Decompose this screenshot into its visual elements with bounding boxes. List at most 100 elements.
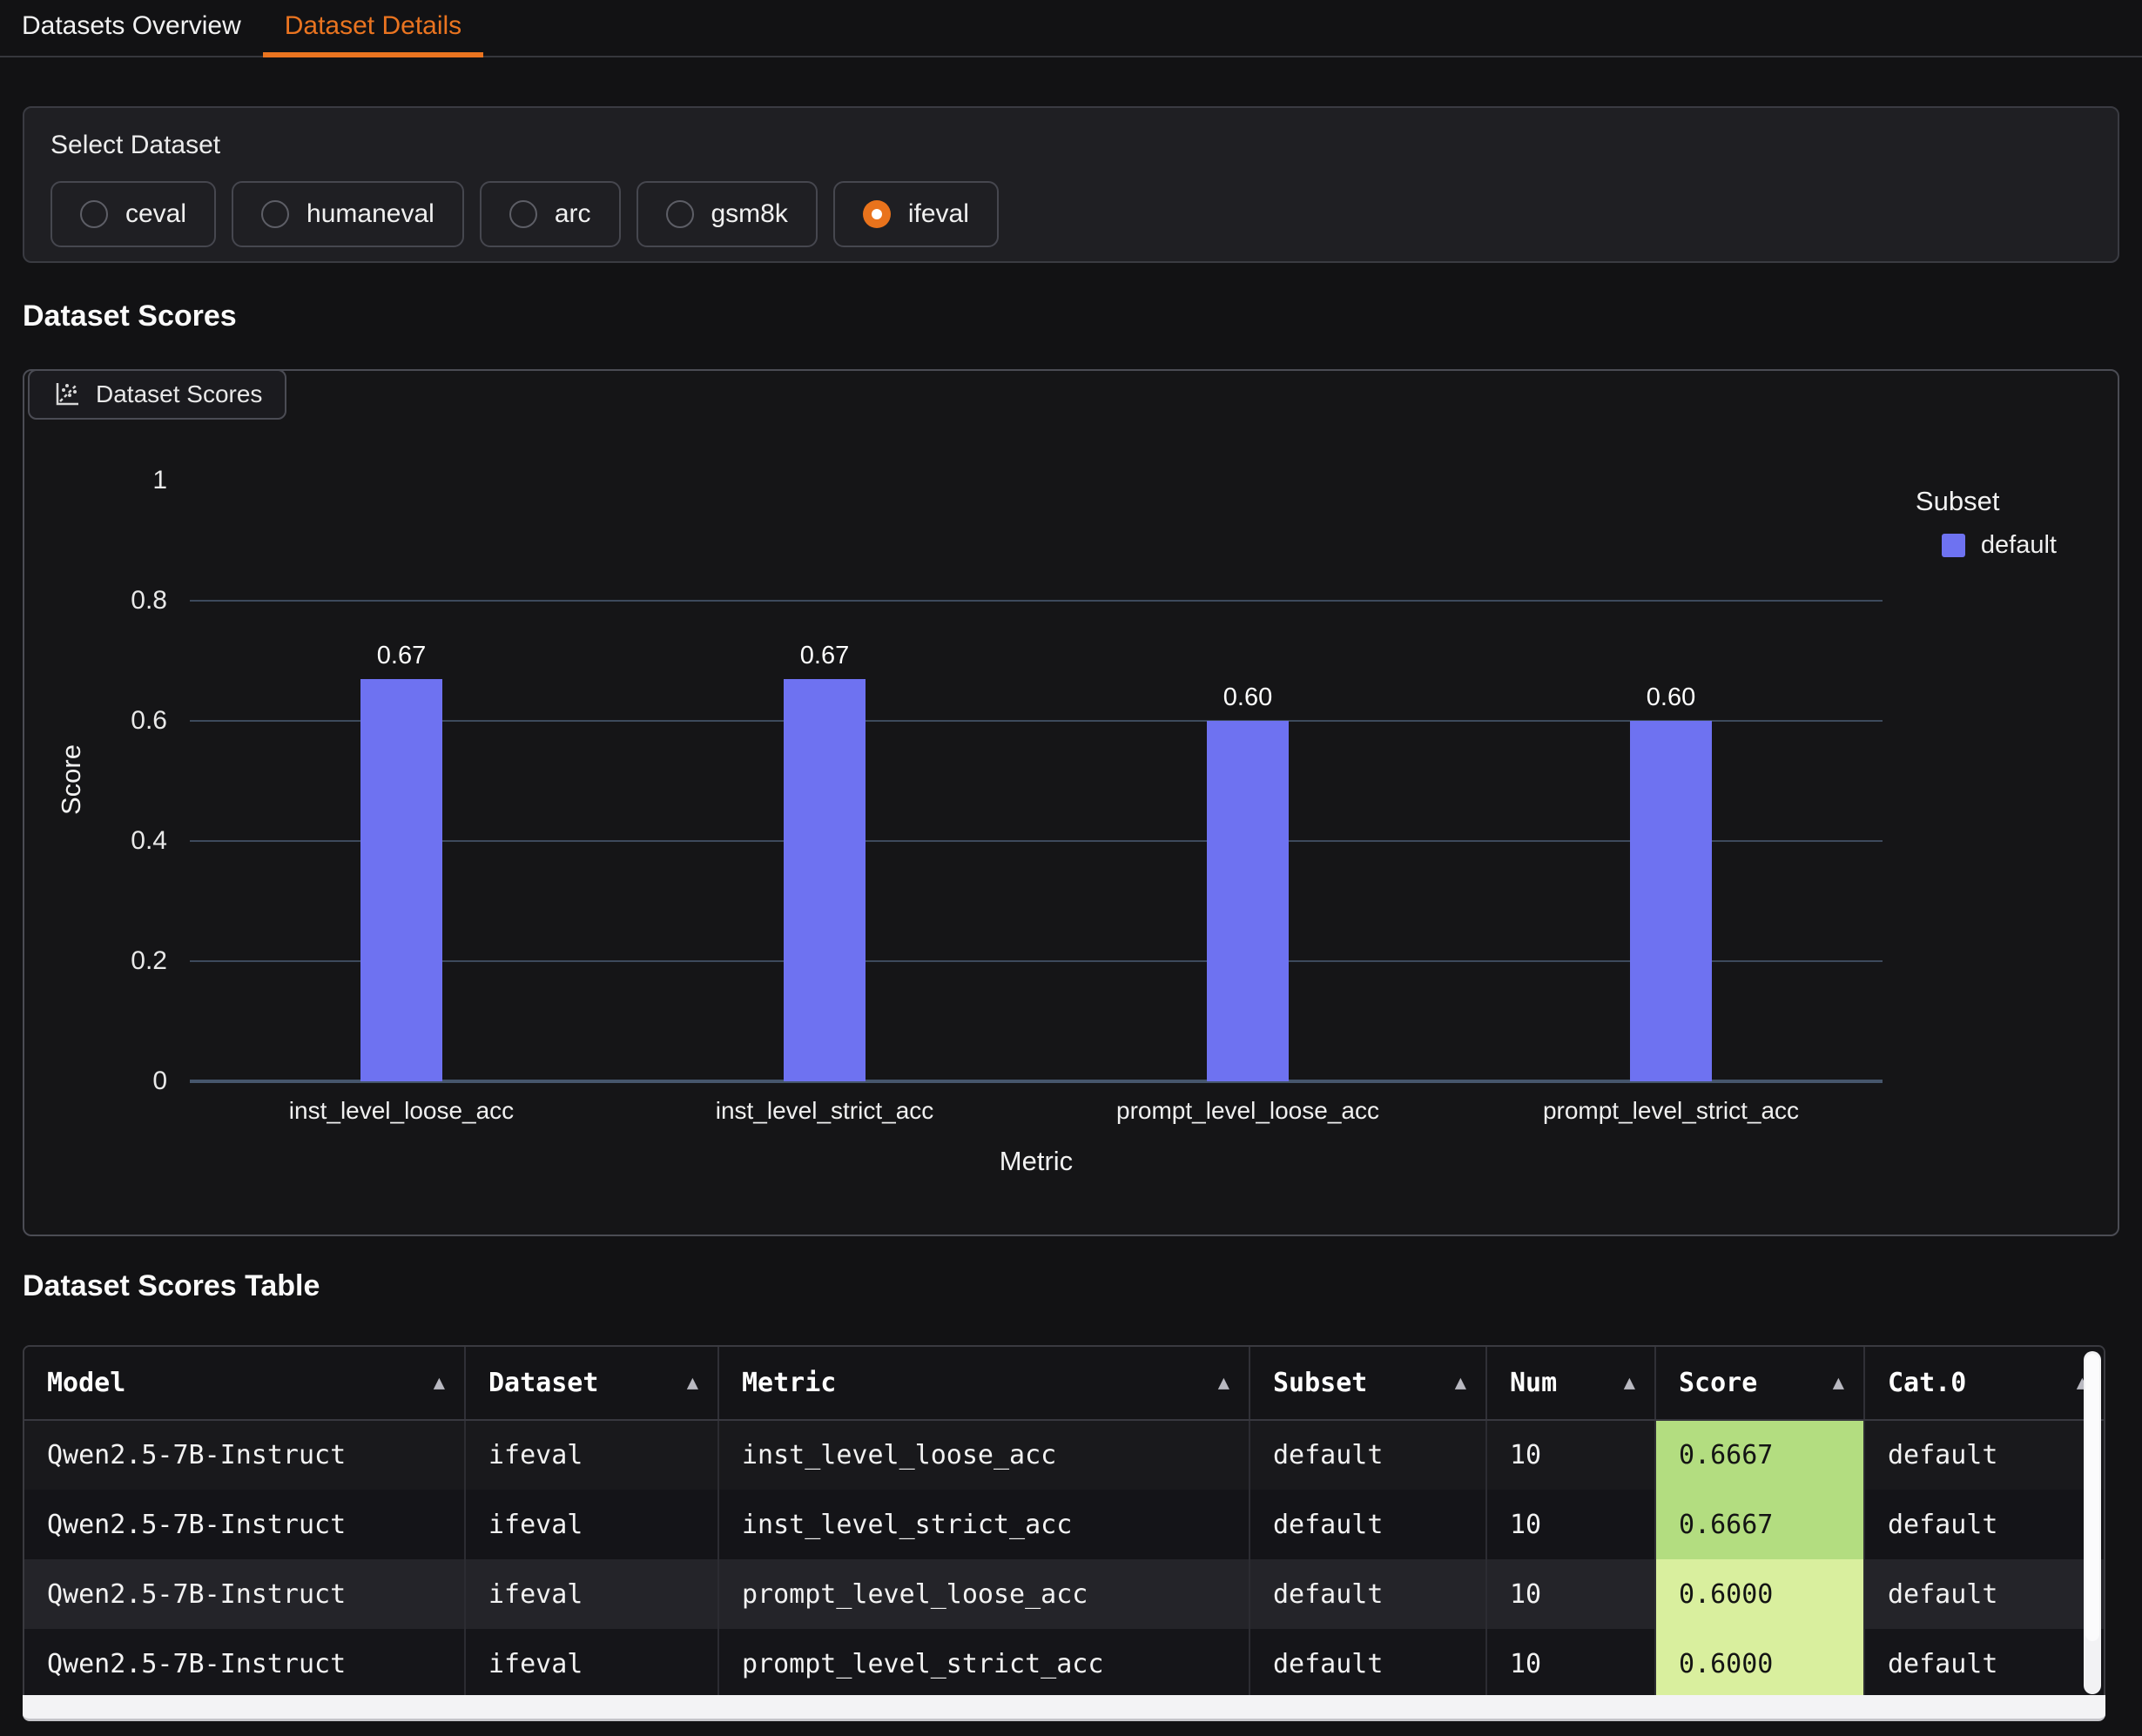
radio-option-arc[interactable]: arc xyxy=(480,181,621,247)
column-header-num[interactable]: Num ▲ xyxy=(1486,1347,1655,1420)
radio-label: gsm8k xyxy=(711,199,788,229)
bar-group: 0.67 inst_level_strict_acc xyxy=(613,481,1036,1081)
table-row: Qwen2.5-7B-Instruct ifeval prompt_level_… xyxy=(24,1559,2105,1629)
sort-ascending-icon[interactable]: ▲ xyxy=(1833,1372,1844,1394)
y-tick-label: 0.6 xyxy=(131,706,167,736)
horizontal-scrollbar[interactable] xyxy=(23,1695,2105,1721)
table-row: Qwen2.5-7B-Instruct ifeval prompt_level_… xyxy=(24,1629,2105,1697)
bar-chart-plot-area: 1 0.8 0.6 0.4 0.2 0 0.67 inst_level_loos… xyxy=(190,481,1883,1081)
bar-value-label: 0.60 xyxy=(1647,683,1695,712)
table-row: Qwen2.5-7B-Instruct ifeval inst_level_lo… xyxy=(24,1420,2105,1490)
cell-subset[interactable]: default xyxy=(1250,1559,1486,1629)
y-axis-title: Score xyxy=(45,658,98,902)
top-tab-bar: Datasets Overview Dataset Details xyxy=(0,0,2142,57)
cell-subset[interactable]: default xyxy=(1250,1490,1486,1559)
sort-ascending-icon[interactable]: ▲ xyxy=(687,1372,698,1394)
radio-label: ceval xyxy=(125,199,186,229)
bar-inst-level-loose-acc[interactable] xyxy=(360,679,442,1081)
cell-cat0[interactable]: default xyxy=(1864,1629,2105,1697)
sort-ascending-icon[interactable]: ▲ xyxy=(1218,1372,1229,1394)
column-header-metric[interactable]: Metric ▲ xyxy=(718,1347,1250,1420)
column-header-model[interactable]: Model ▲ xyxy=(24,1347,465,1420)
cell-num[interactable]: 10 xyxy=(1486,1629,1655,1697)
radio-option-ceval[interactable]: ceval xyxy=(51,181,216,247)
cell-cat0[interactable]: default xyxy=(1864,1490,2105,1559)
cell-cat0[interactable]: default xyxy=(1864,1559,2105,1629)
column-header-dataset[interactable]: Dataset▲ xyxy=(465,1347,718,1420)
cell-num[interactable]: 10 xyxy=(1486,1490,1655,1559)
dataset-scores-table: Model ▲ Dataset▲ Metric ▲ Subset▲ Num ▲ Sco… xyxy=(23,1345,2105,1697)
cell-metric[interactable]: inst_level_strict_acc xyxy=(718,1490,1250,1559)
cell-subset[interactable]: default xyxy=(1250,1629,1486,1697)
cell-score[interactable]: 0.6000 xyxy=(1655,1559,1864,1629)
sort-ascending-icon[interactable]: ▲ xyxy=(434,1372,445,1394)
bar-value-label: 0.67 xyxy=(800,642,849,670)
tab-datasets-overview[interactable]: Datasets Overview xyxy=(0,0,263,57)
bar-value-label: 0.67 xyxy=(377,642,426,670)
cell-model[interactable]: Qwen2.5-7B-Instruct xyxy=(24,1490,465,1559)
chart-panel-tab-label: Dataset Scores xyxy=(96,380,262,408)
cell-metric[interactable]: prompt_level_strict_acc xyxy=(718,1629,1250,1697)
radio-label: humaneval xyxy=(306,199,434,229)
legend-swatch-icon xyxy=(1942,534,1965,557)
cell-dataset[interactable]: ifeval xyxy=(465,1420,718,1490)
y-axis-ticks: 1 0.8 0.6 0.4 0.2 0 xyxy=(98,481,167,1081)
bar-group: 0.60 prompt_level_loose_acc xyxy=(1036,481,1459,1081)
scatter-plot-icon xyxy=(52,380,82,409)
bar-prompt-level-loose-acc[interactable] xyxy=(1207,721,1289,1081)
column-label: Num xyxy=(1510,1368,1557,1398)
bar-group: 0.67 inst_level_loose_acc xyxy=(190,481,613,1081)
column-label: Model xyxy=(47,1368,125,1398)
x-tick-label: inst_level_loose_acc xyxy=(190,1097,613,1125)
column-header-cat0[interactable]: Cat.0▲ xyxy=(1864,1347,2105,1420)
cell-model[interactable]: Qwen2.5-7B-Instruct xyxy=(24,1420,465,1490)
column-label: Metric xyxy=(742,1368,836,1398)
cell-score[interactable]: 0.6667 xyxy=(1655,1420,1864,1490)
sort-ascending-icon[interactable]: ▲ xyxy=(1624,1372,1635,1394)
cell-metric[interactable]: prompt_level_loose_acc xyxy=(718,1559,1250,1629)
cell-num[interactable]: 10 xyxy=(1486,1420,1655,1490)
radio-option-ifeval[interactable]: ifeval xyxy=(833,181,999,247)
cell-dataset[interactable]: ifeval xyxy=(465,1629,718,1697)
column-header-subset[interactable]: Subset▲ xyxy=(1250,1347,1486,1420)
x-axis-title: Metric xyxy=(190,1146,1883,1177)
dataset-scores-table-heading: Dataset Scores Table xyxy=(23,1269,320,1303)
legend-title: Subset xyxy=(1916,486,2057,517)
radio-icon xyxy=(666,200,694,228)
sort-ascending-icon[interactable]: ▲ xyxy=(1455,1372,1466,1394)
bar-inst-level-strict-acc[interactable] xyxy=(784,679,866,1081)
radio-icon xyxy=(509,200,537,228)
legend-entry-default[interactable]: default xyxy=(1942,531,2057,560)
chart-panel-tab[interactable]: Dataset Scores xyxy=(28,369,286,420)
y-tick-label: 0.8 xyxy=(131,586,167,616)
radio-selected-icon xyxy=(863,200,891,228)
page: Datasets Overview Dataset Details Select… xyxy=(0,0,2142,1736)
vertical-scrollbar[interactable] xyxy=(2084,1351,2101,1694)
cell-num[interactable]: 10 xyxy=(1486,1559,1655,1629)
dataset-scores-chart-panel: Dataset Scores Score 1 0.8 0.6 0.4 0.2 0… xyxy=(23,369,2119,1236)
cell-score[interactable]: 0.6000 xyxy=(1655,1629,1864,1697)
cell-model[interactable]: Qwen2.5-7B-Instruct xyxy=(24,1629,465,1697)
cell-subset[interactable]: default xyxy=(1250,1420,1486,1490)
chart-legend: Subset default xyxy=(1916,486,2057,560)
column-header-score[interactable]: Score▲ xyxy=(1655,1347,1864,1420)
dataset-options-row: ceval humaneval arc gsm8k ifeval xyxy=(51,181,2091,247)
cell-dataset[interactable]: ifeval xyxy=(465,1490,718,1559)
radio-icon xyxy=(261,200,289,228)
cell-dataset[interactable]: ifeval xyxy=(465,1559,718,1629)
bar-prompt-level-strict-acc[interactable] xyxy=(1630,721,1712,1081)
cell-metric[interactable]: inst_level_loose_acc xyxy=(718,1420,1250,1490)
y-tick-label: 0.2 xyxy=(131,946,167,976)
tab-dataset-details[interactable]: Dataset Details xyxy=(263,0,483,57)
x-tick-label: inst_level_strict_acc xyxy=(613,1097,1036,1125)
radio-option-humaneval[interactable]: humaneval xyxy=(232,181,464,247)
cell-score[interactable]: 0.6667 xyxy=(1655,1490,1864,1559)
radio-option-gsm8k[interactable]: gsm8k xyxy=(637,181,818,247)
vertical-scrollbar-thumb[interactable] xyxy=(2085,1354,2099,1641)
radio-label: ifeval xyxy=(908,199,969,229)
cell-cat0[interactable]: default xyxy=(1864,1420,2105,1490)
cell-model[interactable]: Qwen2.5-7B-Instruct xyxy=(24,1559,465,1629)
table-header-row: Model ▲ Dataset▲ Metric ▲ Subset▲ Num ▲ Sco… xyxy=(24,1347,2105,1420)
bar-value-label: 0.60 xyxy=(1223,683,1272,712)
select-dataset-label: Select Dataset xyxy=(51,131,2091,160)
